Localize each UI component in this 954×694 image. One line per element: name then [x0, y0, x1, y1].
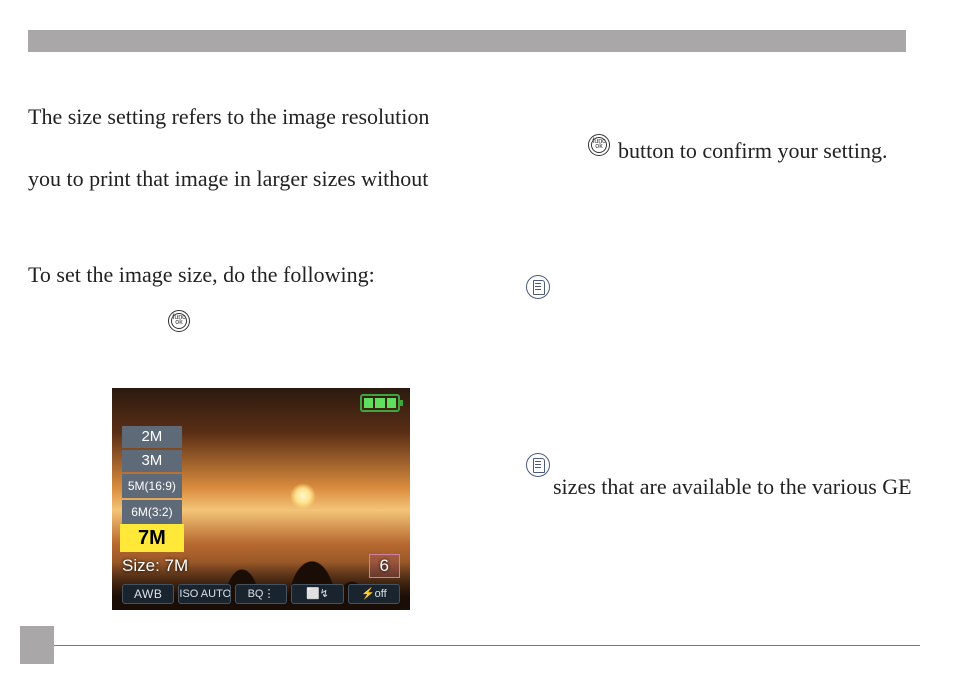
page-number-tab — [20, 626, 54, 664]
note-icon — [526, 275, 550, 299]
size-status-row: Size: 7M 6 — [122, 554, 400, 578]
paragraph-instruction: To set the image size, do the following: — [28, 258, 488, 292]
right-column: funcok button to confirm your setting. s… — [588, 100, 928, 168]
toolbar-item: AWB — [122, 584, 174, 604]
size-menu: 2M3M5M(16:9)6M(3:2)7M — [122, 426, 182, 550]
size-option: 3M — [122, 450, 182, 472]
toolbar-item: ⚡off — [348, 584, 400, 604]
size-option: 7M — [122, 526, 182, 550]
paragraph-line-1: The size setting refers to the image res… — [28, 100, 488, 134]
left-column: The size setting refers to the image res… — [28, 100, 488, 332]
func-ok-icon: funcok — [588, 134, 610, 156]
shots-remaining: 6 — [369, 554, 400, 578]
camera-toolbar: AWBISO AUTOBQ⋮⬜↯⚡off — [122, 584, 400, 604]
size-label: Size: 7M — [122, 556, 188, 576]
toolbar-item: ⬜↯ — [291, 584, 343, 604]
toolbar-item: ISO AUTO — [178, 584, 230, 604]
func-ok-icon: funcok — [168, 310, 190, 332]
note-icon — [526, 453, 550, 477]
sizes-note-text: sizes that are available to the various … — [553, 470, 953, 504]
camera-lcd-preview: 2M3M5M(16:9)6M(3:2)7M Size: 7M 6 AWBISO … — [112, 388, 410, 610]
paragraph-line-2: you to print that image in larger sizes … — [28, 162, 488, 196]
confirm-text: button to confirm your setting. — [618, 134, 887, 168]
size-option: 5M(16:9) — [122, 474, 182, 498]
confirm-line: funcok button to confirm your setting. — [588, 134, 928, 168]
toolbar-item: BQ⋮ — [235, 584, 287, 604]
size-option: 6M(3:2) — [122, 500, 182, 524]
battery-icon — [360, 394, 400, 412]
footer-rule — [54, 645, 920, 646]
header-divider-bar — [28, 30, 906, 52]
size-option: 2M — [122, 426, 182, 448]
